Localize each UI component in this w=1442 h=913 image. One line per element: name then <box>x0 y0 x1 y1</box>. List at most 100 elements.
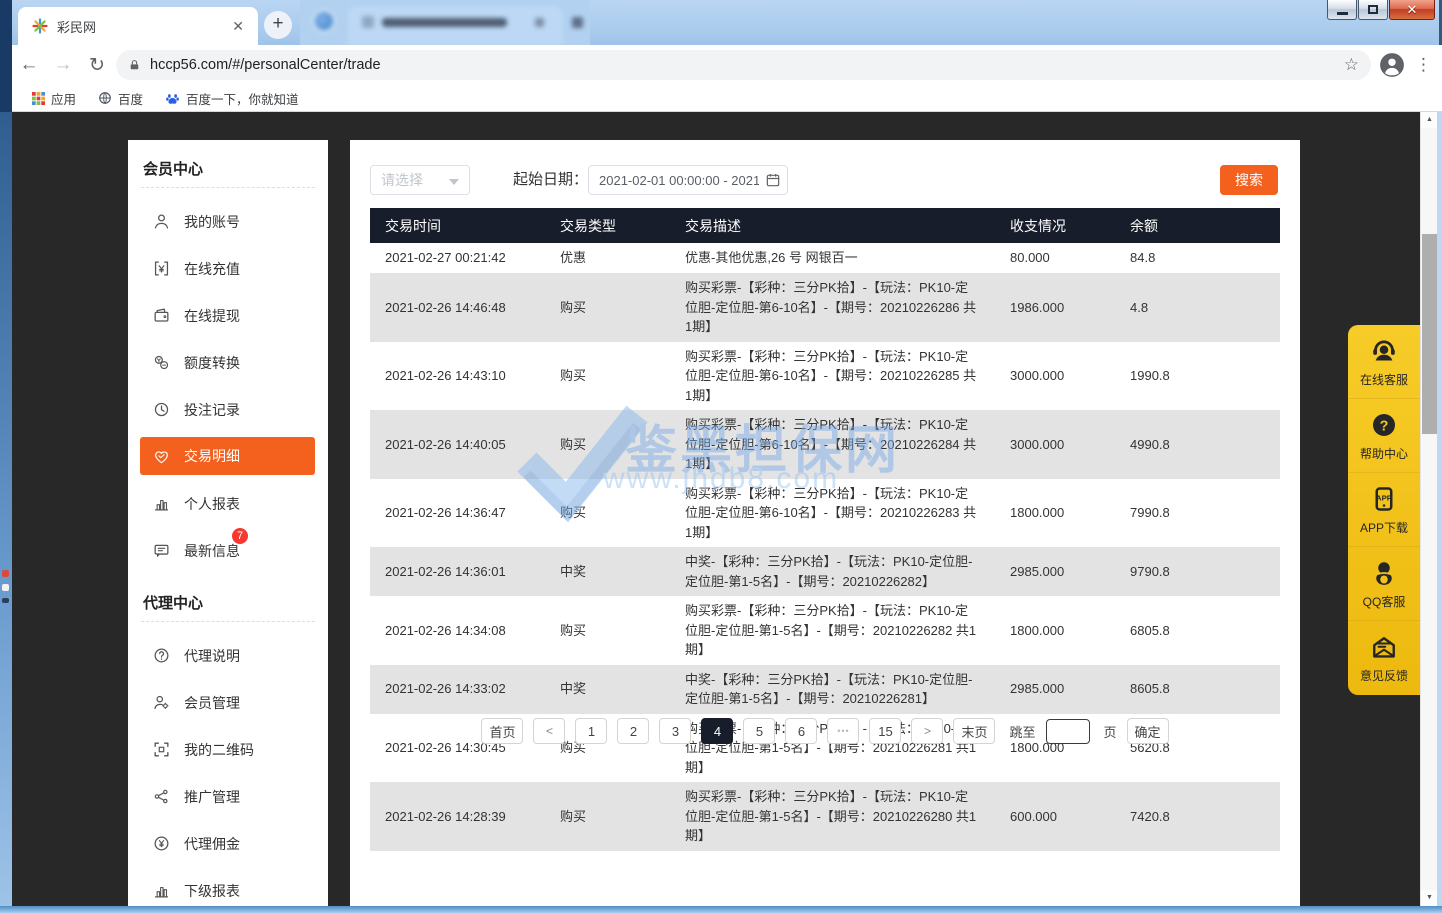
table-row: 2021-02-26 14:36:01中奖中奖-【彩种：三分PK拾】-【玩法：P… <box>370 547 1280 596</box>
float-help[interactable]: 帮助中心 <box>1348 399 1420 473</box>
page-scrollbar[interactable]: ▲ ▼ <box>1420 112 1437 906</box>
cell-desc: 购买彩票-【彩种：三分PK拾】-【玩法：PK10-定位胆-定位胆-第6-10名】… <box>670 342 995 411</box>
forward-icon[interactable]: → <box>46 54 80 76</box>
page-button[interactable]: 6 <box>785 718 817 744</box>
url-text: hccp56.com/#/personalCenter/trade <box>150 57 1344 73</box>
recharge-icon <box>152 259 171 278</box>
bookmark-apps[interactable]: 应用 <box>24 86 84 111</box>
table-row: 2021-02-26 14:40:05购买购买彩票-【彩种：三分PK拾】-【玩法… <box>370 410 1280 479</box>
page-button[interactable]: 3 <box>659 718 691 744</box>
sidebar-item-trade[interactable]: 交易明细 <box>140 437 315 475</box>
cell-time: 2021-02-26 14:36:47 <box>370 479 545 548</box>
browser-menu-icon[interactable]: ⋮ <box>1415 55 1432 75</box>
page-prev-button[interactable]: < <box>533 718 565 744</box>
window-maximize-button[interactable] <box>1358 0 1388 20</box>
sidebar-item-report[interactable]: 个人报表 <box>128 480 328 527</box>
sidebar-item-qrcode[interactable]: 我的二维码 <box>128 726 328 773</box>
jump-confirm-button[interactable]: 确定 <box>1127 718 1169 744</box>
window-minimize-button[interactable] <box>1327 0 1357 20</box>
withdraw-icon <box>152 306 171 325</box>
sidebar-item-recharge[interactable]: 在线充值 <box>128 245 328 292</box>
trade-icon <box>152 447 171 466</box>
back-icon[interactable]: ← <box>12 54 46 76</box>
page-last-button[interactable]: 末页 <box>953 718 995 744</box>
float-item-label: APP下载 <box>1360 519 1408 536</box>
date-range-input[interactable] <box>588 165 788 195</box>
sidebar-item-member-manage[interactable]: 会员管理 <box>128 679 328 726</box>
cell-time: 2021-02-26 14:40:05 <box>370 410 545 479</box>
cell-amount: 1986.000 <box>995 273 1115 342</box>
cell-type: 购买 <box>545 342 670 411</box>
cell-balance: 9790.8 <box>1115 547 1280 596</box>
sidebar-item-label: 我的二维码 <box>184 740 254 760</box>
browser-tab-strip: 彩民网 ✕ + ✕ <box>0 0 1442 45</box>
bookmark-label: 应用 <box>51 89 76 108</box>
sidebar-item-transfer[interactable]: 额度转换 <box>128 339 328 386</box>
screen: 彩民网 ✕ + ✕ ← → ↻ hccp56.com/#/personalCen… <box>0 0 1442 913</box>
scrollbar-down-icon[interactable]: ▼ <box>1421 890 1438 906</box>
float-app[interactable]: APP下载 <box>1348 473 1420 547</box>
bookmark-label: 百度一下，你就知道 <box>186 89 299 108</box>
scrollbar-up-icon[interactable]: ▲ <box>1421 112 1438 128</box>
sidebar-item-label: 代理说明 <box>184 646 240 666</box>
table-row: 2021-02-26 14:28:39购买购买彩票-【彩种：三分PK拾】-【玩法… <box>370 782 1280 851</box>
sidebar-item-label: 推广管理 <box>184 787 240 807</box>
user-icon <box>152 212 171 231</box>
window-close-button[interactable]: ✕ <box>1389 0 1435 20</box>
globe-icon <box>98 91 112 105</box>
tab-title: 彩民网 <box>57 17 228 36</box>
sidebar-item-withdraw[interactable]: 在线提现 <box>128 292 328 339</box>
page-button[interactable]: 2 <box>617 718 649 744</box>
cell-desc: 中奖-【彩种：三分PK拾】-【玩法：PK10-定位胆-定位胆-第1-5名】-【期… <box>670 665 995 714</box>
address-bar[interactable]: hccp56.com/#/personalCenter/trade ☆ <box>116 50 1371 80</box>
page-unit-label: 页 <box>1104 722 1117 741</box>
sidebar-item-question[interactable]: 代理说明 <box>128 632 328 679</box>
date-range-field <box>588 165 788 195</box>
cell-time: 2021-02-26 14:43:10 <box>370 342 545 411</box>
float-service[interactable]: 在线客服 <box>1348 325 1420 399</box>
cell-desc: 购买彩票-【彩种：三分PK拾】-【玩法：PK10-定位胆-定位胆-第1-5名】-… <box>670 596 995 665</box>
table-row: 2021-02-26 14:43:10购买购买彩票-【彩种：三分PK拾】-【玩法… <box>370 342 1280 411</box>
question-icon <box>152 646 171 665</box>
jump-page-input[interactable] <box>1046 719 1090 744</box>
new-tab-button[interactable]: + <box>264 11 292 39</box>
bookmark-baidu[interactable]: 百度 <box>90 86 151 111</box>
select-placeholder: 请选择 <box>381 172 423 188</box>
page-button[interactable]: 4 <box>701 718 733 744</box>
table-header-row: 交易时间交易类型交易描述收支情况余额 <box>370 208 1280 243</box>
bookmark-baidu-search[interactable]: 百度一下，你就知道 <box>157 86 307 111</box>
sidebar-item-label: 最新信息 <box>184 541 240 561</box>
sidebar-item-label: 下级报表 <box>184 881 240 901</box>
sidebar-item-message[interactable]: 最新信息7 <box>128 527 328 574</box>
search-button[interactable]: 搜索 <box>1220 165 1278 195</box>
sidebar-item-history[interactable]: 投注记录 <box>128 386 328 433</box>
cell-desc: 购买彩票-【彩种：三分PK拾】-【玩法：PK10-定位胆-定位胆-第6-10名】… <box>670 479 995 548</box>
message-icon <box>152 541 171 560</box>
page-ellipsis[interactable]: ••• <box>827 718 859 744</box>
scrollbar-thumb[interactable] <box>1422 234 1437 434</box>
cell-balance: 84.8 <box>1115 243 1280 273</box>
sidebar-item-share[interactable]: 推广管理 <box>128 773 328 820</box>
float-qq[interactable]: QQ客服 <box>1348 547 1420 621</box>
page-button[interactable]: 1 <box>575 718 607 744</box>
page-next-button[interactable]: > <box>911 718 943 744</box>
browser-tab[interactable]: 彩民网 ✕ <box>18 7 258 45</box>
float-feedback[interactable]: 意见反馈 <box>1348 621 1420 695</box>
cell-type: 购买 <box>545 410 670 479</box>
tab-close-icon[interactable]: ✕ <box>228 18 248 35</box>
cell-type: 优惠 <box>545 243 670 273</box>
background-window-icon <box>312 9 336 33</box>
profile-avatar[interactable] <box>1379 52 1405 78</box>
bookmark-star-icon[interactable]: ☆ <box>1344 55 1359 75</box>
sidebar-item-commission[interactable]: 代理佣金 <box>128 820 328 867</box>
page-first-button[interactable]: 首页 <box>481 718 523 744</box>
page-button[interactable]: 5 <box>743 718 775 744</box>
reload-icon[interactable]: ↻ <box>80 54 114 77</box>
sidebar-item-user[interactable]: 我的账号 <box>128 198 328 245</box>
table-row: 2021-02-26 14:36:47购买购买彩票-【彩种：三分PK拾】-【玩法… <box>370 479 1280 548</box>
window-border-right-page <box>1437 112 1442 906</box>
lock-icon <box>128 58 141 73</box>
page-button[interactable]: 15 <box>869 718 901 744</box>
cell-desc: 购买彩票-【彩种：三分PK拾】-【玩法：PK10-定位胆-定位胆-第6-10名】… <box>670 273 995 342</box>
type-select[interactable]: 请选择 <box>370 165 470 195</box>
